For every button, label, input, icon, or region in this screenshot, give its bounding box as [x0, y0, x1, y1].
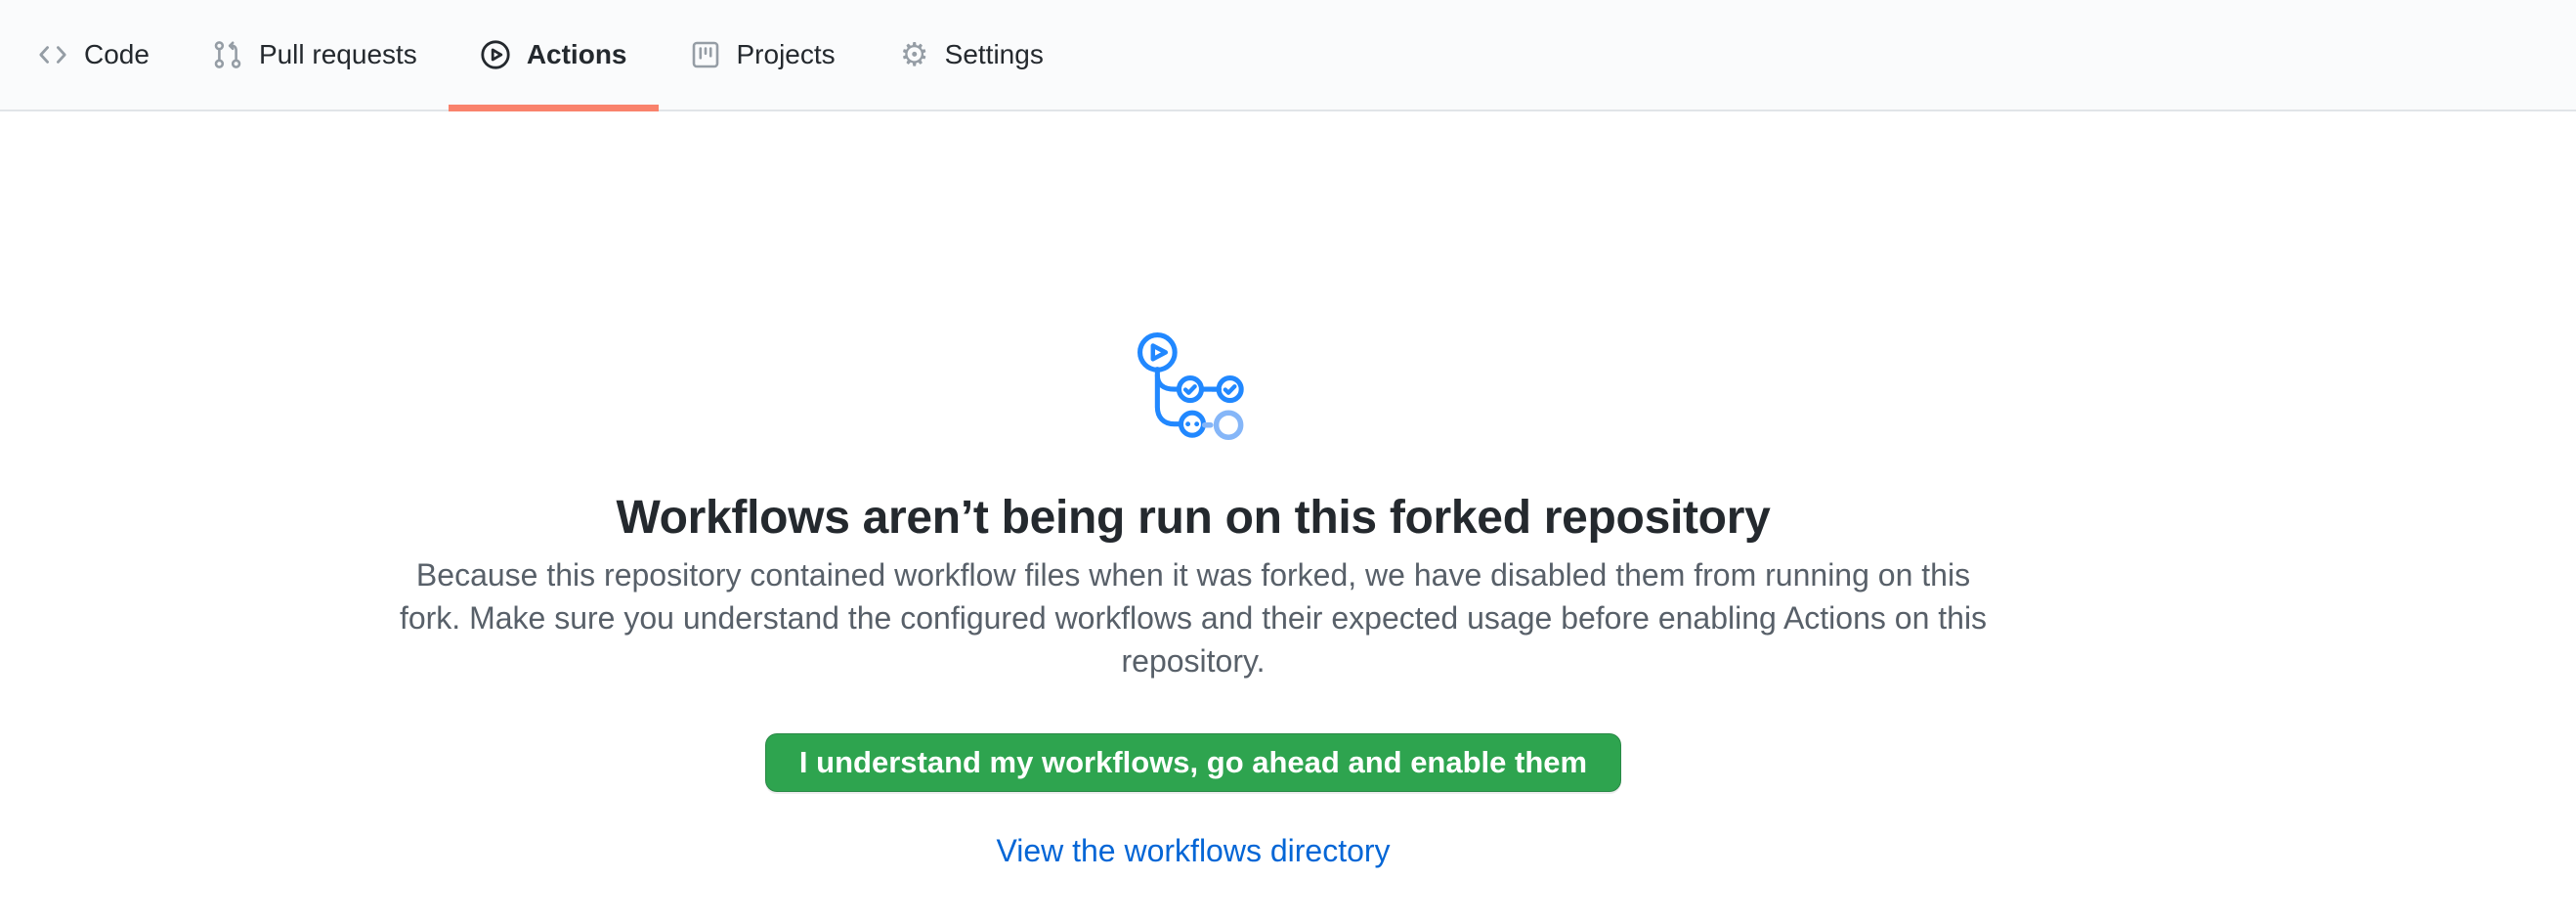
view-workflows-directory-link[interactable]: View the workflows directory: [996, 833, 1390, 868]
repo-tab-nav: Code Pull requests Actions: [0, 0, 2576, 111]
workflow-graph-icon: [1138, 330, 1249, 441]
blankslate-description: Because this repository contained workfl…: [397, 553, 1990, 682]
tab-projects-label: Projects: [737, 41, 836, 68]
tab-pull-requests-label: Pull requests: [259, 41, 417, 68]
tab-actions-label: Actions: [527, 41, 627, 68]
enable-workflows-button[interactable]: I understand my workflows, go ahead and …: [765, 733, 1621, 792]
tab-projects[interactable]: Projects: [659, 0, 867, 110]
blankslate-title: Workflows aren’t being run on this forke…: [0, 489, 2386, 548]
git-pull-request-icon: [212, 39, 243, 70]
primary-action-row: I understand my workflows, go ahead and …: [0, 682, 2386, 792]
gear-icon: ⚙: [898, 39, 931, 70]
tab-code-label: Code: [84, 41, 150, 68]
tab-settings-label: Settings: [945, 41, 1044, 68]
tab-pull-requests[interactable]: Pull requests: [181, 0, 449, 110]
tab-code[interactable]: Code: [6, 0, 181, 110]
actions-disabled-blankslate: Workflows aren’t being run on this forke…: [0, 111, 2386, 872]
tab-actions[interactable]: Actions: [449, 0, 659, 110]
secondary-action-row: View the workflows directory: [0, 829, 2386, 872]
tab-settings[interactable]: ⚙ Settings: [867, 0, 1075, 110]
play-icon: [480, 39, 511, 70]
project-icon: [690, 39, 721, 70]
code-icon: [37, 39, 68, 70]
